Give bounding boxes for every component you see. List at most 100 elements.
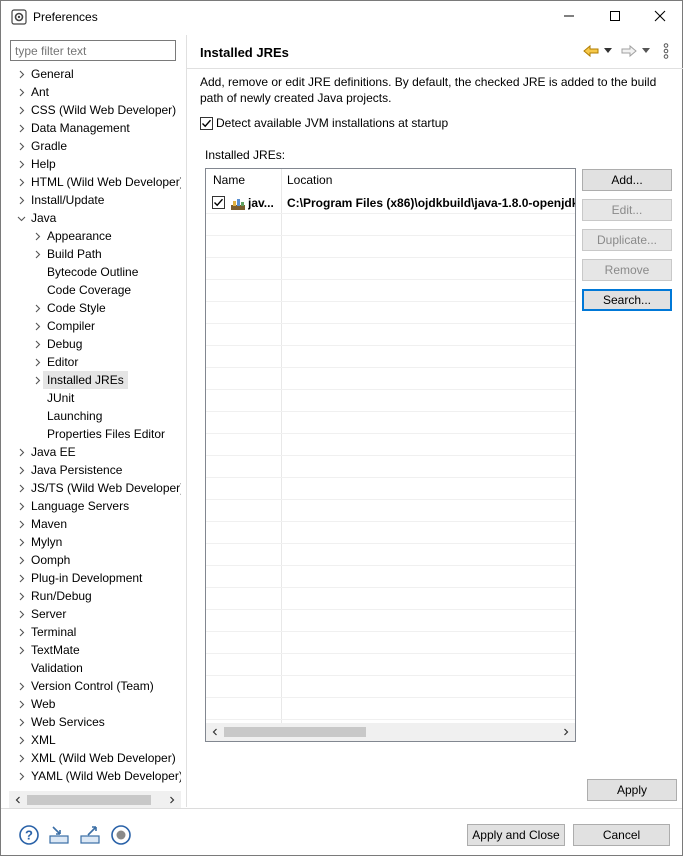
minimize-button[interactable] (546, 1, 592, 33)
tree-item-debug[interactable]: Debug (9, 335, 181, 353)
column-separator[interactable] (281, 169, 282, 723)
tree-item-js-ts-wild-web-developer[interactable]: JS/TS (Wild Web Developer) (9, 479, 181, 497)
chevron-right-icon[interactable] (15, 569, 27, 587)
apply-and-close-button[interactable]: Apply and Close (467, 824, 565, 846)
tree-item-code-coverage[interactable]: Code Coverage (9, 281, 181, 299)
scrollbar-thumb[interactable] (27, 795, 151, 805)
tree-item-installed-jres[interactable]: Installed JREs (9, 371, 181, 389)
chevron-right-icon[interactable] (15, 443, 27, 461)
tree-item-maven[interactable]: Maven (9, 515, 181, 533)
chevron-right-icon[interactable] (15, 749, 27, 767)
view-menu-icon[interactable] (660, 42, 672, 60)
chevron-right-icon[interactable] (15, 101, 27, 119)
chevron-right-icon[interactable] (15, 119, 27, 137)
chevron-right-icon[interactable] (15, 551, 27, 569)
tree-item-textmate[interactable]: TextMate (9, 641, 181, 659)
table-horizontal-scrollbar[interactable] (206, 723, 575, 741)
chevron-right-icon[interactable] (15, 767, 27, 785)
chevron-right-icon[interactable] (15, 155, 27, 173)
scroll-left-icon[interactable] (208, 725, 222, 739)
chevron-right-icon[interactable] (15, 461, 27, 479)
detect-jvm-checkbox[interactable] (200, 117, 213, 130)
column-header-location[interactable]: Location (287, 173, 332, 187)
tree-item-yaml-wild-web-developer[interactable]: YAML (Wild Web Developer) (9, 767, 181, 785)
tree-item-version-control-team[interactable]: Version Control (Team) (9, 677, 181, 695)
export-icon[interactable] (79, 824, 101, 846)
help-icon[interactable]: ? (18, 824, 40, 846)
tree-item-java-ee[interactable]: Java EE (9, 443, 181, 461)
tree-item-web-services[interactable]: Web Services (9, 713, 181, 731)
chevron-right-icon[interactable] (31, 335, 43, 353)
tree-item-bytecode-outline[interactable]: Bytecode Outline (9, 263, 181, 281)
apply-button[interactable]: Apply (587, 779, 677, 801)
duplicate-button[interactable]: Duplicate... (582, 229, 672, 251)
tree-item-xml[interactable]: XML (9, 731, 181, 749)
chevron-right-icon[interactable] (15, 731, 27, 749)
chevron-right-icon[interactable] (15, 641, 27, 659)
add-button[interactable]: Add... (582, 169, 672, 191)
tree-item-mylyn[interactable]: Mylyn (9, 533, 181, 551)
tree-item-web[interactable]: Web (9, 695, 181, 713)
chevron-right-icon[interactable] (15, 137, 27, 155)
tree-item-editor[interactable]: Editor (9, 353, 181, 371)
tree-item-properties-files-editor[interactable]: Properties Files Editor (9, 425, 181, 443)
chevron-right-icon[interactable] (15, 515, 27, 533)
tree-item-general[interactable]: General (9, 65, 181, 83)
chevron-right-icon[interactable] (15, 533, 27, 551)
tree-item-language-servers[interactable]: Language Servers (9, 497, 181, 515)
back-arrow-icon[interactable] (582, 42, 600, 60)
jre-default-checkbox[interactable] (212, 196, 225, 209)
tree-item-oomph[interactable]: Oomph (9, 551, 181, 569)
chevron-right-icon[interactable] (31, 227, 43, 245)
tree-item-appearance[interactable]: Appearance (9, 227, 181, 245)
chevron-right-icon[interactable] (15, 623, 27, 641)
chevron-right-icon[interactable] (31, 299, 43, 317)
chevron-right-icon[interactable] (15, 173, 27, 191)
forward-arrow-icon[interactable] (620, 42, 638, 60)
scroll-left-icon[interactable] (11, 793, 25, 807)
remove-button[interactable]: Remove (582, 259, 672, 281)
scroll-right-icon[interactable] (559, 725, 573, 739)
tree-item-html-wild-web-developer[interactable]: HTML (Wild Web Developer) (9, 173, 181, 191)
chevron-right-icon[interactable] (31, 371, 43, 389)
tree-item-junit[interactable]: JUnit (9, 389, 181, 407)
cancel-button[interactable]: Cancel (573, 824, 670, 846)
tree-item-launching[interactable]: Launching (9, 407, 181, 425)
chevron-right-icon[interactable] (15, 677, 27, 695)
chevron-down-icon[interactable] (15, 209, 27, 227)
close-button[interactable] (637, 1, 683, 33)
search-button[interactable]: Search... (582, 289, 672, 311)
chevron-right-icon[interactable] (31, 317, 43, 335)
forward-menu-icon[interactable] (640, 42, 652, 60)
chevron-right-icon[interactable] (15, 497, 27, 515)
tree-item-help[interactable]: Help (9, 155, 181, 173)
tree-item-compiler[interactable]: Compiler (9, 317, 181, 335)
chevron-right-icon[interactable] (15, 65, 27, 83)
filter-input[interactable] (10, 40, 176, 61)
tree-item-plug-in-development[interactable]: Plug-in Development (9, 569, 181, 587)
tree-item-java-persistence[interactable]: Java Persistence (9, 461, 181, 479)
record-icon[interactable] (110, 824, 132, 846)
tree-item-java[interactable]: Java (9, 209, 181, 227)
scrollbar-thumb[interactable] (224, 727, 366, 737)
column-header-name[interactable]: Name (213, 173, 245, 187)
tree-item-gradle[interactable]: Gradle (9, 137, 181, 155)
tree-item-install-update[interactable]: Install/Update (9, 191, 181, 209)
tree-item-ant[interactable]: Ant (9, 83, 181, 101)
chevron-right-icon[interactable] (15, 191, 27, 209)
scroll-right-icon[interactable] (165, 793, 179, 807)
tree-horizontal-scrollbar[interactable] (9, 791, 181, 808)
chevron-right-icon[interactable] (15, 479, 27, 497)
chevron-right-icon[interactable] (15, 695, 27, 713)
tree-item-run-debug[interactable]: Run/Debug (9, 587, 181, 605)
tree-item-data-management[interactable]: Data Management (9, 119, 181, 137)
chevron-right-icon[interactable] (31, 353, 43, 371)
tree-item-xml-wild-web-developer[interactable]: XML (Wild Web Developer) (9, 749, 181, 767)
maximize-button[interactable] (592, 1, 638, 33)
chevron-right-icon[interactable] (15, 83, 27, 101)
tree-item-css-wild-web-developer[interactable]: CSS (Wild Web Developer) (9, 101, 181, 119)
tree-item-server[interactable]: Server (9, 605, 181, 623)
chevron-right-icon[interactable] (15, 587, 27, 605)
chevron-right-icon[interactable] (15, 713, 27, 731)
tree-item-code-style[interactable]: Code Style (9, 299, 181, 317)
